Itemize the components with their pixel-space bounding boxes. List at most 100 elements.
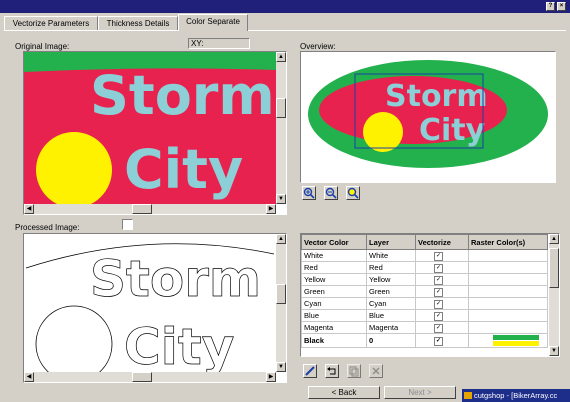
zoom-in-icon[interactable]	[302, 186, 316, 200]
overview-panel: Storm City	[300, 51, 556, 183]
next-button[interactable]: Next >	[384, 386, 456, 399]
raster-color-swatch	[493, 341, 539, 346]
back-button[interactable]: < Back	[308, 386, 380, 399]
original-text-line2: City	[124, 138, 243, 201]
layer-cell: Cyan	[366, 297, 416, 310]
delete-icon[interactable]	[369, 364, 383, 378]
raster-colors-cell[interactable]	[468, 285, 548, 298]
vectorize-cell: ✓	[415, 261, 469, 274]
processed-hscrollbar[interactable]: ◀ ▶	[24, 372, 276, 382]
vectorize-checkbox[interactable]: ✓	[434, 300, 443, 309]
tab-thickness-details[interactable]: Thickness Details	[98, 16, 178, 30]
table-row[interactable]: Red Red ✓	[301, 261, 548, 274]
original-image-canvas: Storm City	[24, 52, 276, 204]
processed-image-label: Processed Image:	[15, 223, 80, 232]
table-row[interactable]: Green Green ✓	[301, 285, 548, 298]
vector-color-cell: Cyan	[301, 297, 367, 310]
undo-icon[interactable]	[325, 364, 339, 378]
vectorize-cell: ✓	[415, 273, 469, 286]
raster-colors-cell[interactable]	[468, 297, 548, 310]
scroll-down-icon[interactable]: ▼	[276, 194, 286, 204]
vector-color-cell: Blue	[301, 309, 367, 322]
scroll-thumb[interactable]	[276, 284, 286, 304]
zoom-out-icon[interactable]	[324, 186, 338, 200]
table-row[interactable]: Blue Blue ✓	[301, 309, 548, 322]
pencil-icon[interactable]	[303, 364, 317, 378]
col-vectorize[interactable]: Vectorize	[415, 234, 469, 250]
raster-color-swatch	[493, 335, 539, 340]
table-row[interactable]: White White ✓	[301, 249, 548, 262]
scroll-thumb[interactable]	[276, 98, 286, 118]
layer-cell: Magenta	[366, 321, 416, 334]
processed-image-panel: Storm City ▲ ▼ ◀ ▶	[23, 233, 287, 383]
scroll-down-icon[interactable]: ▼	[549, 346, 559, 356]
vectorize-checkbox[interactable]: ✓	[434, 288, 443, 297]
overview-label: Overview:	[300, 42, 336, 51]
scroll-up-icon[interactable]: ▲	[276, 52, 286, 62]
table-row[interactable]: Cyan Cyan ✓	[301, 297, 548, 310]
xy-readout: XY:	[188, 38, 250, 49]
vectorize-cell: ✓	[415, 249, 469, 262]
tab-vectorize-parameters[interactable]: Vectorize Parameters	[4, 16, 98, 30]
raster-colors-cell[interactable]	[468, 309, 548, 322]
zoom-fit-icon[interactable]	[346, 186, 360, 200]
original-hscrollbar[interactable]: ◀ ▶	[24, 204, 276, 214]
hscroll-thumb[interactable]	[132, 204, 152, 214]
layer-cell: Yellow	[366, 273, 416, 286]
table-row[interactable]: Yellow Yellow ✓	[301, 273, 548, 286]
copy-icon[interactable]	[347, 364, 361, 378]
vectorize-checkbox[interactable]: ✓	[434, 337, 443, 346]
processed-text-line1: Storm	[90, 250, 261, 308]
vector-color-table: Vector Color Layer Vectorize Raster Colo…	[301, 234, 548, 348]
scroll-up-icon[interactable]: ▲	[549, 234, 559, 244]
vectorize-cell: ✓	[415, 321, 469, 334]
raster-colors-cell[interactable]	[468, 321, 548, 334]
overview-canvas: Storm City	[308, 60, 548, 168]
layer-cell: Blue	[366, 309, 416, 322]
vectorize-checkbox[interactable]: ✓	[434, 252, 443, 261]
raster-colors-cell[interactable]	[468, 333, 548, 348]
vector-color-cell: Yellow	[301, 273, 367, 286]
col-raster-colors[interactable]: Raster Color(s)	[468, 234, 548, 250]
vector-color-cell: Magenta	[301, 321, 367, 334]
vector-color-cell: White	[301, 249, 367, 262]
table-row[interactable]: Magenta Magenta ✓	[301, 321, 548, 334]
original-vscrollbar[interactable]: ▲ ▼	[276, 52, 286, 204]
taskbar-item[interactable]: cutgshop - [BikerArray.cc	[462, 389, 570, 402]
vector-color-cell: Green	[301, 285, 367, 298]
scroll-down-icon[interactable]: ▼	[276, 362, 286, 372]
close-button[interactable]: ×	[557, 2, 566, 11]
app-icon	[464, 392, 472, 399]
scroll-right-icon[interactable]: ▶	[266, 372, 276, 382]
scroll-left-icon[interactable]: ◀	[24, 204, 34, 214]
vectorize-cell: ✓	[415, 309, 469, 322]
processed-toggle-checkbox[interactable]	[122, 219, 133, 230]
vectorize-checkbox[interactable]: ✓	[434, 264, 443, 273]
processed-text-line2: City	[124, 318, 234, 372]
col-layer[interactable]: Layer	[366, 234, 416, 250]
overview-text-line2: City	[419, 113, 486, 148]
hscroll-thumb[interactable]	[132, 372, 152, 382]
vectorize-cell: ✓	[415, 297, 469, 310]
raster-colors-cell[interactable]	[468, 249, 548, 262]
col-vector-color[interactable]: Vector Color	[301, 234, 367, 250]
vector-color-cell: Red	[301, 261, 367, 274]
layer-cell: 0	[366, 333, 416, 348]
vectorize-checkbox[interactable]: ✓	[434, 312, 443, 321]
scroll-right-icon[interactable]: ▶	[266, 204, 276, 214]
scroll-left-icon[interactable]: ◀	[24, 372, 34, 382]
help-button[interactable]: ?	[546, 2, 555, 11]
table-row[interactable]: Black 0 ✓	[301, 333, 548, 348]
overview-text-line1: Storm	[385, 79, 488, 114]
layer-cell: White	[366, 249, 416, 262]
processed-vscrollbar[interactable]: ▲ ▼	[276, 234, 286, 372]
vectorize-checkbox[interactable]: ✓	[434, 324, 443, 333]
tab-color-separate[interactable]: Color Separate	[178, 14, 248, 31]
vectorize-checkbox[interactable]: ✓	[434, 276, 443, 285]
scroll-up-icon[interactable]: ▲	[276, 234, 286, 244]
raster-colors-cell[interactable]	[468, 261, 548, 274]
table-vscrollbar[interactable]: ▲ ▼	[549, 234, 559, 356]
raster-colors-cell[interactable]	[468, 273, 548, 286]
scroll-thumb[interactable]	[549, 248, 559, 288]
title-bar	[0, 0, 570, 13]
